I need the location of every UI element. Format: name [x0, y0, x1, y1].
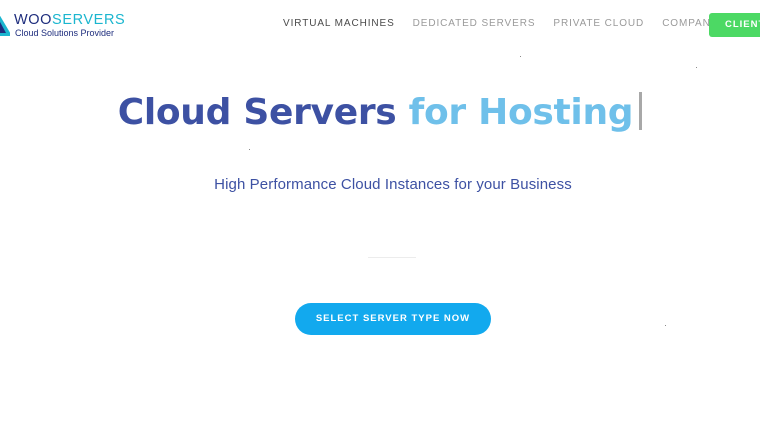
page: WOOSERVERS Cloud Solutions Provider VIRT…: [0, 0, 760, 428]
brand-tagline: Cloud Solutions Provider: [15, 28, 115, 38]
brand-logo-link[interactable]: WOOSERVERS Cloud Solutions Provider: [0, 12, 125, 39]
main-nav: VIRTUAL MACHINES DEDICATED SERVERS PRIVA…: [283, 18, 746, 29]
hero-title: Cloud Servers for Hosting: [0, 92, 760, 133]
hero-title-part1: Cloud Servers: [117, 92, 397, 133]
select-server-type-button[interactable]: SELECT SERVER TYPE NOW: [295, 303, 491, 335]
decorative-dot: [520, 56, 521, 57]
brand-name: WOOSERVERS: [14, 12, 125, 28]
decorative-dot: [696, 67, 697, 68]
decorative-dot: [665, 325, 666, 326]
hero-title-part2: for Hosting: [408, 92, 634, 133]
hero-subtitle: High Performance Cloud Instances for you…: [214, 176, 572, 193]
nav-item-private-cloud[interactable]: PRIVATE CLOUD: [553, 18, 644, 29]
site-header: WOOSERVERS Cloud Solutions Provider VIRT…: [0, 0, 760, 50]
text-cursor-icon: [639, 92, 643, 130]
client-button[interactable]: CLIENT: [709, 13, 760, 37]
brand-name-part1: WOO: [14, 12, 53, 28]
divider: [368, 257, 416, 258]
brand-name-part2: SERVERS: [52, 12, 126, 28]
woo-logo-icon: [0, 12, 10, 38]
brand-text: WOOSERVERS Cloud Solutions Provider: [14, 12, 125, 39]
nav-item-virtual-machines[interactable]: VIRTUAL MACHINES: [283, 18, 395, 29]
decorative-dot: [249, 149, 250, 150]
nav-item-dedicated-servers[interactable]: DEDICATED SERVERS: [413, 18, 536, 29]
